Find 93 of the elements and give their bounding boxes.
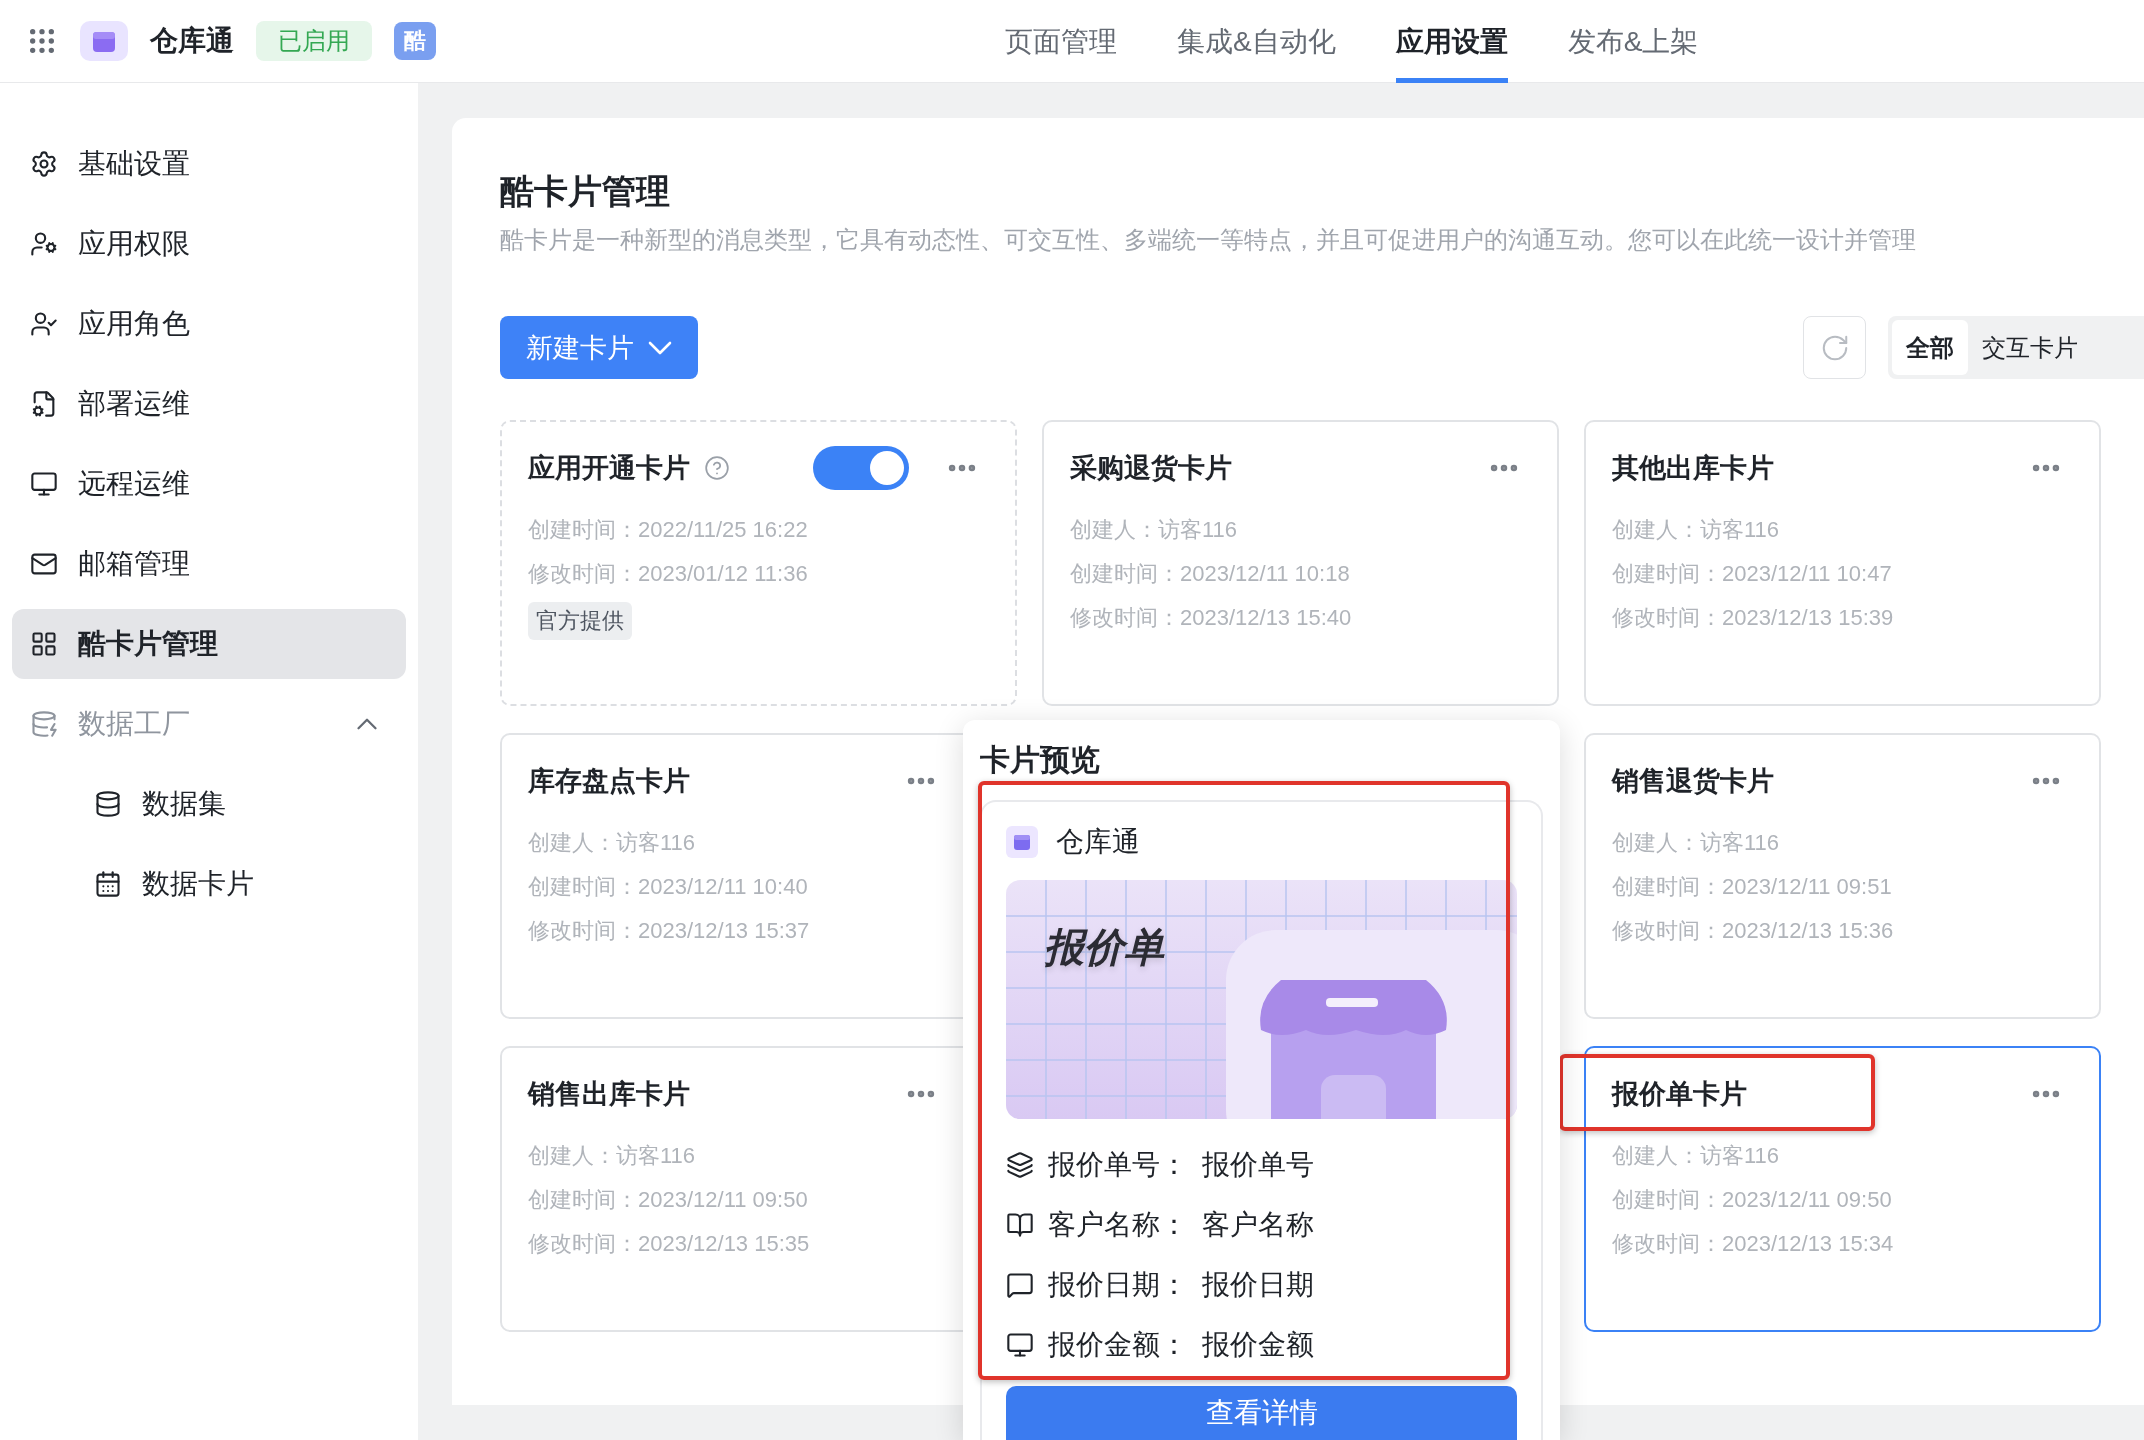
sidebar-label: 应用权限 — [78, 227, 190, 261]
card-meta: 创建时间：2022/11/25 16:22 — [528, 516, 809, 544]
message-icon — [1006, 1271, 1034, 1299]
card-title: 应用开通卡片 — [528, 452, 690, 485]
nav-tab[interactable]: 发布&上架 — [1567, 0, 1699, 83]
field-label: 报价日期： — [1048, 1268, 1188, 1302]
user-check-icon — [30, 310, 58, 338]
field-label: 报价单号： — [1048, 1148, 1188, 1182]
card-meta: 创建人：访客116 — [528, 829, 697, 857]
nav-tab[interactable]: 集成&自动化 — [1177, 0, 1336, 83]
page-title: 酷卡片管理 — [500, 171, 671, 212]
sidebar-label: 应用角色 — [78, 307, 190, 341]
database-icon — [30, 710, 58, 738]
layers-icon — [1006, 1151, 1034, 1179]
calendar-icon — [94, 870, 122, 898]
app-logo — [80, 21, 128, 61]
status-badge: 已启用 — [256, 21, 372, 61]
card-meta: 修改时间：2023/12/13 15:34 — [1612, 1230, 1895, 1258]
card-meta: 创建人：访客116 — [1070, 516, 1239, 544]
gear-icon — [30, 150, 58, 178]
new-card-button[interactable]: 新建卡片 — [500, 316, 698, 379]
banner-title: 报价单 — [1044, 924, 1164, 971]
card-item[interactable]: 销售退货卡片 创建人：访客116 创建时间：2023/12/11 09:51 修改时间：2023/12/13 15:36 — [1584, 733, 2101, 1019]
sidebar-item[interactable]: 酷卡片管理 — [12, 609, 406, 679]
preview-app-name: 仓库通 — [1056, 825, 1140, 859]
sidebar-label: 数据集 — [142, 787, 226, 821]
card-item[interactable]: 报价单卡片 创建人：访客116 创建时间：2023/12/11 09:50 修改时间：2023/12/13 15:34 — [1584, 1046, 2101, 1332]
app-badge: 酷 — [394, 22, 436, 60]
filter-tab[interactable]: 交互卡片 — [1968, 320, 2092, 375]
card-title: 采购退货卡片 — [1070, 452, 1232, 485]
sidebar-item[interactable]: 部署运维 — [12, 369, 406, 439]
field-label: 报价金额： — [1048, 1328, 1188, 1362]
sidebar-label: 基础设置 — [78, 147, 190, 181]
user-gear-icon — [30, 230, 58, 258]
card-meta: 修改时间：2023/12/13 15:37 — [528, 917, 811, 945]
sidebar-label: 酷卡片管理 — [78, 627, 218, 661]
sidebar-item[interactable]: 应用权限 — [12, 209, 406, 279]
help-icon[interactable] — [704, 455, 730, 481]
card-meta: 修改时间：2023/12/13 15:40 — [1070, 604, 1353, 632]
card-title: 库存盘点卡片 — [528, 765, 690, 798]
field-value: 报价金额 — [1202, 1328, 1314, 1362]
sidebar-label: 邮箱管理 — [78, 547, 190, 581]
card-meta: 修改时间：2023/12/13 15:39 — [1612, 604, 1895, 632]
filter-tab[interactable]: 全部 — [1892, 320, 1968, 375]
page-description: 酷卡片是一种新型的消息类型，它具有动态性、可交互性、多端统一等特点，并且可促进用户的沟通互动。您可以在此统一设计并管理 — [500, 225, 1917, 255]
card-item[interactable]: 应用开通卡片 创建时间：2022/11/25 16:22 修改时间：2023/01/12 11:36 官方提供 — [500, 420, 1017, 706]
card-meta: 创建时间：2023/12/11 09:50 — [1612, 1186, 1893, 1214]
card-meta: 创建人：访客116 — [1612, 1142, 1781, 1170]
card-meta: 创建时间：2023/12/11 09:51 — [1612, 873, 1893, 901]
card-meta: 修改时间：2023/12/13 15:36 — [1612, 917, 1895, 945]
field-value: 客户名称 — [1202, 1208, 1314, 1242]
card-meta: 创建人：访客116 — [1612, 829, 1781, 857]
card-meta: 创建时间：2023/12/11 10:40 — [528, 873, 809, 901]
card-meta: 创建时间：2023/12/11 09:50 — [528, 1186, 809, 1214]
app-icon — [1006, 826, 1038, 858]
nav-tab[interactable]: 页面管理 — [1005, 0, 1117, 83]
sidebar-label: 数据卡片 — [142, 867, 254, 901]
sidebar-item[interactable]: 数据卡片 — [12, 849, 406, 919]
book-icon — [1006, 1211, 1034, 1239]
sidebar-item[interactable]: 数据集 — [12, 769, 406, 839]
sidebar-item[interactable]: 应用角色 — [12, 289, 406, 359]
field-value: 报价单号 — [1202, 1148, 1314, 1182]
sidebar-label: 数据工厂 — [78, 707, 190, 741]
card-tag: 官方提供 — [528, 602, 632, 640]
card-meta: 创建时间：2023/12/11 10:18 — [1070, 560, 1351, 588]
database-icon — [94, 790, 122, 818]
sidebar-label: 部署运维 — [78, 387, 190, 421]
sidebar-item[interactable]: 基础设置 — [12, 129, 406, 199]
app-name: 仓库通 — [150, 24, 234, 58]
card-item[interactable]: 采购退货卡片 创建人：访客116 创建时间：2023/12/11 10:18 修改时间：2023/12/13 15:40 — [1042, 420, 1559, 706]
card-meta: 创建时间：2023/12/11 10:47 — [1612, 560, 1893, 588]
toggle-switch[interactable] — [813, 446, 909, 490]
card-title: 其他出库卡片 — [1612, 452, 1774, 485]
grid-icon — [30, 630, 58, 658]
preview-title: 卡片预览 — [980, 741, 1101, 778]
nav-tab[interactable]: 应用设置 — [1395, 0, 1508, 83]
card-meta: 修改时间：2023/12/13 15:35 — [528, 1230, 811, 1258]
card-meta: 创建人：访客116 — [1612, 516, 1781, 544]
monitor-icon — [30, 470, 58, 498]
caret-icon — [648, 340, 672, 355]
card-title: 报价单卡片 — [1612, 1078, 1747, 1111]
sidebar-label: 远程运维 — [78, 467, 190, 501]
card-meta: 修改时间：2023/01/12 11:36 — [528, 560, 809, 588]
card-meta: 创建人：访客116 — [528, 1142, 697, 1170]
view-details-button[interactable]: 查看详情 — [1006, 1386, 1517, 1440]
monitor-icon — [1006, 1331, 1034, 1359]
card-title: 销售出库卡片 — [528, 1078, 690, 1111]
field-label: 客户名称： — [1048, 1208, 1188, 1242]
card-item[interactable]: 其他出库卡片 创建人：访客116 创建时间：2023/12/11 10:47 修改时间：2023/12/13 15:39 — [1584, 420, 2101, 706]
sidebar-item[interactable]: 远程运维 — [12, 449, 406, 519]
field-value: 报价日期 — [1202, 1268, 1314, 1302]
sidebar-item[interactable]: 邮箱管理 — [12, 529, 406, 599]
card-title: 销售退货卡片 — [1612, 765, 1774, 798]
